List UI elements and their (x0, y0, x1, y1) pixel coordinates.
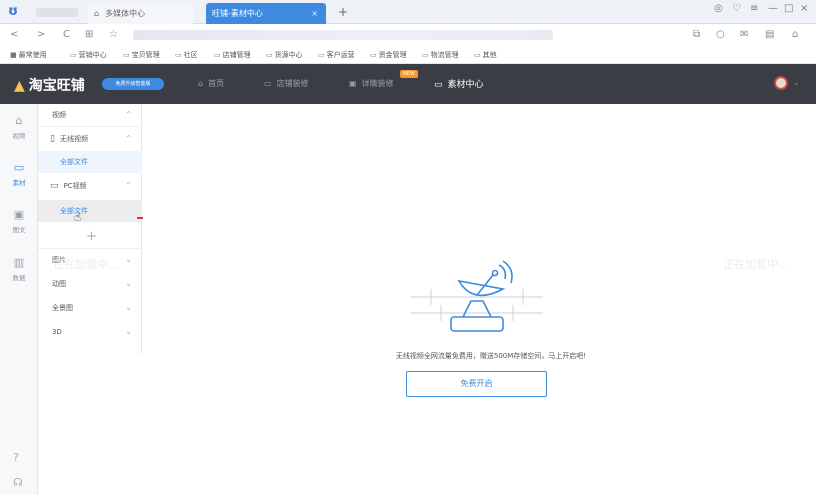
rail-item-image-text[interactable]: ▣ 图文 (0, 208, 38, 234)
main-content: 正在加载中... 正在加载中... 无线视频全网流量免费用，赠送500M存储空间… (53, 104, 816, 495)
chevron-down-icon[interactable]: ⌄ (793, 78, 800, 87)
monitor-icon: ▭ (50, 181, 59, 191)
close-window-button[interactable]: × (800, 3, 808, 14)
avatar[interactable] (774, 76, 788, 90)
new-tab-button[interactable]: + (338, 5, 348, 19)
image-text-icon: ▣ (13, 208, 25, 221)
video-icon: ⌂ (15, 114, 23, 127)
menu-icon[interactable]: ≡ (750, 3, 758, 14)
close-tab-icon[interactable]: × (311, 3, 318, 24)
folder-icon: ▭ (422, 51, 429, 59)
user-icon[interactable]: ⌂ (792, 29, 798, 40)
tree-3d[interactable]: 3D ⌄ (38, 321, 142, 343)
tree-panorama[interactable]: 全景图 ⌄ (38, 297, 142, 319)
browser-tab-bar: ʊ ⌂ 多媒体中心 旺铺-素材中心 × + ◎ ♡ ≡ — □ × (0, 0, 816, 24)
chevron-down-icon: ⌄ (125, 255, 132, 264)
share-icon[interactable]: ⧉ (693, 29, 700, 40)
folder-icon: ▭ (175, 51, 182, 59)
folder-icon: ▭ (474, 51, 481, 59)
tree-pc-video[interactable]: ▭ PC视频 ⌃ (38, 175, 142, 197)
home-icon: ⌂ (94, 9, 100, 18)
bookmark-frequent[interactable]: ■ 最常使用 (10, 50, 47, 60)
address-bar: < > C ⊞ ☆ ⧉ ○ ✉ ▤ ⌂ (0, 24, 816, 46)
skin-icon[interactable]: ◎ (714, 3, 723, 14)
grid-icon[interactable]: ⊞ (85, 29, 93, 40)
favorite-icon[interactable]: ♡ (732, 3, 741, 14)
detail-icon: ▣ (349, 79, 357, 88)
bookmark-other[interactable]: ▭ 其他 (474, 50, 497, 60)
home-icon: ⌂ (198, 79, 204, 88)
tab-multimedia-center[interactable]: ⌂ 多媒体中心 (88, 3, 193, 24)
folder-icon: ▭ (123, 51, 130, 59)
nav-home[interactable]: ⌂ 首页 (198, 78, 224, 89)
chevron-down-icon: ⌄ (125, 303, 132, 312)
folder-icon: ▭ (70, 51, 77, 59)
forward-button[interactable]: > (37, 29, 45, 40)
nav-detail-decoration[interactable]: ▣ 详情装修 (349, 78, 394, 89)
blurred-tab[interactable] (36, 8, 78, 17)
monitor-icon: ▭ (264, 79, 272, 88)
nav-shop-decoration[interactable]: ▭ 店铺装修 (264, 78, 309, 89)
material-tree: 视频 ⌃ ▯ 无线视频 ⌃ 全部文件 ▭ PC视频 ⌃ 全部文件 + 图片 ⌄ 动图 ⌄… (38, 104, 142, 354)
tree-divider (38, 126, 142, 127)
bookmark-customer[interactable]: ▭ 客户运营 (318, 50, 355, 60)
tree-gifs[interactable]: 动图 ⌄ (38, 273, 142, 295)
rail-item-video[interactable]: ⌂ 视频 (0, 114, 38, 140)
tab-material-center[interactable]: 旺铺-素材中心 × (206, 3, 326, 24)
folder-icon: ▭ (434, 80, 443, 90)
upgrade-badge[interactable]: 免费升级智能版 (102, 78, 164, 90)
url-input[interactable] (133, 30, 553, 40)
rail-item-data[interactable]: ▥ 数据 (0, 256, 38, 282)
support-icon[interactable]: ☊ (13, 476, 23, 489)
bookmark-community[interactable]: ▭ 社区 (175, 50, 198, 60)
back-button[interactable]: < (10, 29, 18, 40)
chevron-up-icon: ⌃ (125, 134, 132, 143)
left-rail: ⌂ 视频 ▭ 素材 ▣ 图文 ▥ 数据 ? ☊ (0, 104, 38, 495)
folder-icon: ▭ (370, 51, 377, 59)
brand-logo[interactable]: ▲ 淘宝旺铺 (14, 75, 85, 95)
circle-icon[interactable]: ○ (716, 29, 725, 40)
hand-cursor-icon: ☝ (74, 210, 82, 224)
tree-wireless-video[interactable]: ▯ 无线视频 ⌃ (38, 128, 142, 150)
bookmarks-bar: ■ 最常使用 ▭ 营销中心 ▭ 宝贝管理 ▭ 社区 ▭ 店铺管理 ▭ 货源中心 ▭ 客户运营 … (0, 46, 816, 64)
bookmark-marketing[interactable]: ▭ 营销中心 (70, 50, 107, 60)
bookmark-star-icon: ■ (10, 51, 17, 59)
chart-icon: ▥ (13, 256, 25, 269)
maximize-button[interactable]: □ (784, 3, 793, 14)
mobile-icon: ▯ (50, 134, 55, 144)
rail-item-material[interactable]: ▭ 素材 (0, 161, 38, 187)
bookmark-funds[interactable]: ▭ 资金管理 (370, 50, 407, 60)
minimize-button[interactable]: — (768, 3, 778, 14)
tree-video-header[interactable]: 视频 ⌃ (38, 104, 142, 126)
folder-icon: ▭ (13, 161, 25, 174)
chevron-down-icon: ⌄ (125, 327, 132, 336)
tree-pc-all-files[interactable]: 全部文件 (38, 200, 142, 222)
tree-wireless-all-files[interactable]: 全部文件 (38, 151, 142, 173)
add-folder-button[interactable]: + (86, 229, 97, 244)
empty-state-message: 无线视频全网流量免费用，赠送500M存储空间，马上开启吧! (395, 352, 587, 360)
apps-icon[interactable]: ▤ (765, 29, 774, 40)
browser-logo-icon: ʊ (8, 4, 19, 19)
chevron-up-icon: ⌃ (125, 181, 132, 190)
bookmark-logistics[interactable]: ▭ 物流管理 (422, 50, 459, 60)
bookmark-shop[interactable]: ▭ 店铺管理 (214, 50, 251, 60)
chevron-down-icon: ⌄ (125, 279, 132, 288)
mail-icon[interactable]: ✉ (740, 29, 748, 40)
folder-icon: ▭ (214, 51, 221, 59)
bookmark-supply[interactable]: ▭ 货源中心 (266, 50, 303, 60)
folder-icon: ▭ (318, 51, 325, 59)
bookmark-items[interactable]: ▭ 宝贝管理 (123, 50, 160, 60)
folder-icon: ▭ (266, 51, 273, 59)
loading-text-left: 正在加载中... (53, 258, 119, 271)
shop-icon: ▲ (14, 78, 25, 94)
reload-button[interactable]: C (63, 29, 70, 40)
satellite-dish-illustration (411, 260, 543, 332)
help-icon[interactable]: ? (13, 451, 19, 464)
nav-material-center[interactable]: ▭ 素材中心 (434, 77, 484, 90)
loading-text-right: 正在加载中... (723, 258, 789, 271)
new-badge: NEW (400, 70, 418, 78)
chevron-up-icon: ⌃ (125, 110, 132, 119)
star-icon[interactable]: ☆ (109, 29, 118, 40)
free-activate-button[interactable]: 免费开启 (406, 371, 547, 397)
